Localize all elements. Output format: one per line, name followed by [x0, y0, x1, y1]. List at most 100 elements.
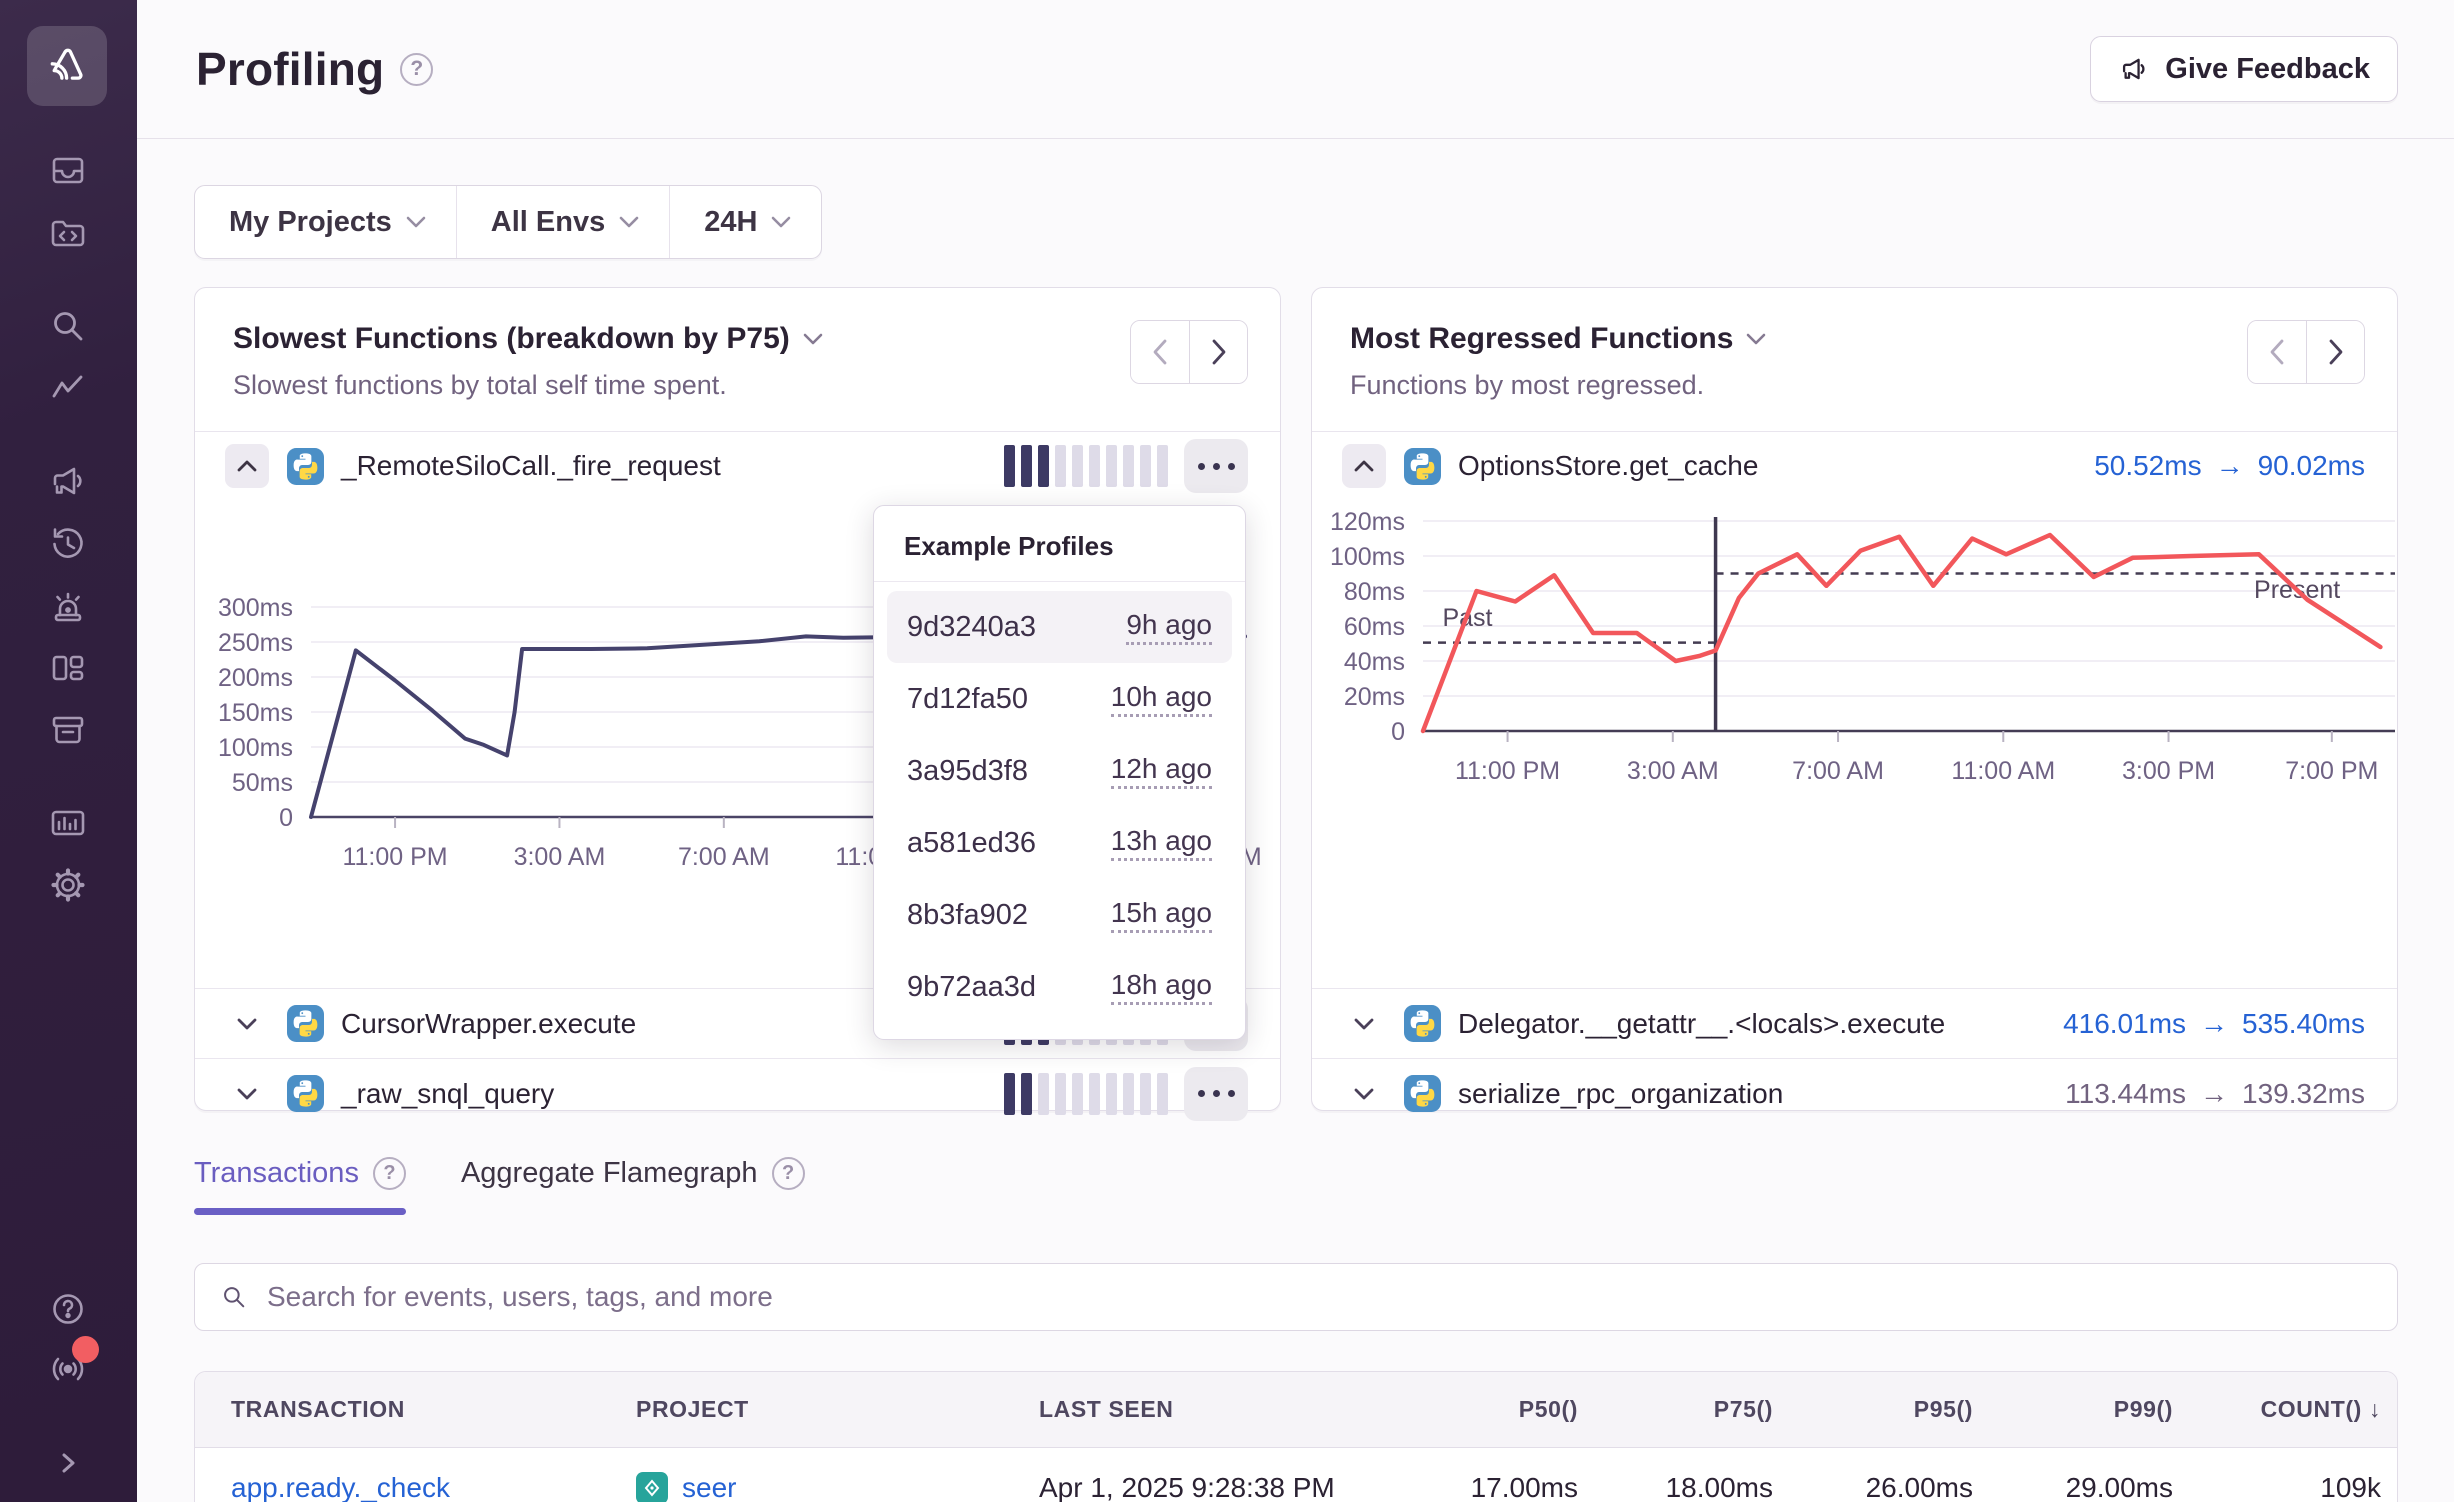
profile-item[interactable]: 7d12fa50 10h ago — [887, 663, 1232, 735]
projects-filter[interactable]: My Projects — [195, 186, 456, 258]
expand-row-button[interactable] — [1342, 1072, 1386, 1116]
function-name[interactable]: _RemoteSiloCall._fire_request — [341, 450, 721, 482]
table-header-row: TRANSACTION PROJECT LAST SEEN P50() P75(… — [195, 1372, 2397, 1448]
p95-cell: 26.00ms — [1773, 1472, 1973, 1502]
page-help-icon[interactable]: ? — [400, 53, 433, 86]
table-row[interactable]: app.ready._check seer Apr 1, 2025 9:28:3… — [195, 1448, 2397, 1502]
regressed-panel-subtitle: Functions by most regressed. — [1350, 370, 2359, 401]
expand-row-button[interactable] — [225, 1072, 269, 1116]
function-name[interactable]: Delegator.__getattr__.<locals>.execute — [1458, 1008, 1945, 1040]
column-header-p50[interactable]: P50() — [1378, 1396, 1578, 1423]
next-page-button[interactable] — [1189, 321, 1247, 383]
arrow-right-icon: → — [2200, 1008, 2228, 1040]
sidebar-item-releases[interactable] — [43, 705, 93, 755]
expand-row-button[interactable] — [1342, 1002, 1386, 1046]
sentry-logo[interactable] — [27, 26, 107, 106]
column-header-project[interactable]: PROJECT — [636, 1396, 1039, 1423]
before-value[interactable]: 416.01ms — [2063, 1008, 2186, 1040]
project-cell: seer — [636, 1472, 1039, 1502]
column-header-count[interactable]: COUNT() ↓ — [2173, 1396, 2381, 1423]
chevron-down-icon — [619, 216, 639, 228]
function-name[interactable]: OptionsStore.get_cache — [1458, 450, 1758, 482]
collapse-row-button[interactable] — [1342, 444, 1386, 488]
regressed-panel-header: Most Regressed Functions Functions by mo… — [1312, 288, 2397, 432]
sidebar-item-settings[interactable] — [43, 860, 93, 910]
column-header-transaction[interactable]: TRANSACTION — [231, 1396, 636, 1423]
envs-filter-label: All Envs — [491, 206, 605, 239]
python-icon — [1404, 1075, 1441, 1112]
tab-label: Aggregate Flamegraph — [461, 1157, 758, 1190]
sidebar-item-issues[interactable] — [43, 145, 93, 195]
after-value[interactable]: 139.32ms — [2242, 1078, 2365, 1110]
tab-help-icon[interactable]: ? — [772, 1157, 805, 1190]
chevron-down-icon — [1354, 1088, 1374, 1100]
chevron-left-icon — [2269, 339, 2285, 365]
function-name[interactable]: serialize_rpc_organization — [1458, 1078, 1783, 1110]
dropdown-list: 9d3240a3 9h ago 7d12fa50 10h ago 3a95d3f… — [874, 582, 1245, 1039]
function-name[interactable]: _raw_snql_query — [341, 1078, 554, 1110]
after-value[interactable]: 535.40ms — [2242, 1008, 2365, 1040]
chevron-down-icon[interactable] — [1746, 333, 1766, 345]
row-actions-button[interactable] — [1184, 439, 1248, 493]
tab-transactions[interactable]: Transactions ? — [194, 1157, 406, 1215]
prev-page-button[interactable] — [2248, 321, 2306, 383]
before-value[interactable]: 113.44ms — [2065, 1078, 2186, 1110]
function-name[interactable]: CursorWrapper.execute — [341, 1008, 636, 1040]
project-link[interactable]: seer — [682, 1472, 736, 1502]
regressed-panel-title[interactable]: Most Regressed Functions — [1350, 322, 1733, 356]
collapse-row-button[interactable] — [225, 444, 269, 488]
slowest-panel-title[interactable]: Slowest Functions (breakdown by P75) — [233, 322, 790, 356]
project-seer-icon — [636, 1472, 668, 1502]
svg-text:3:00 AM: 3:00 AM — [1627, 757, 1719, 785]
regressed-chart: 120ms100ms80ms60ms40ms20ms011:00 PM3:00 … — [1312, 500, 2397, 830]
column-header-p99[interactable]: P99() — [1973, 1396, 2173, 1423]
sidebar-item-feedback[interactable] — [43, 456, 93, 506]
sidebar-item-help[interactable] — [43, 1284, 93, 1334]
svg-text:300ms: 300ms — [218, 594, 293, 622]
tab-aggregate-flamegraph[interactable]: Aggregate Flamegraph ? — [461, 1157, 805, 1215]
prev-page-button[interactable] — [1131, 321, 1189, 383]
python-icon — [287, 1005, 324, 1042]
profile-item[interactable]: a581ed36 13h ago — [887, 807, 1232, 879]
chevron-right-icon — [50, 1445, 86, 1481]
sidebar-item-stats[interactable] — [43, 798, 93, 848]
sidebar-item-search[interactable] — [43, 301, 93, 351]
tab-help-icon[interactable]: ? — [373, 1157, 406, 1190]
profile-item[interactable]: 3a95d3f8 12h ago — [887, 735, 1232, 807]
profile-time: 12h ago — [1111, 753, 1212, 789]
profile-item[interactable]: 8b3fa902 15h ago — [887, 879, 1232, 951]
svg-text:20ms: 20ms — [1344, 683, 1405, 711]
search-bar[interactable] — [194, 1263, 2398, 1331]
column-header-p75[interactable]: P75() — [1578, 1396, 1773, 1423]
expand-row-button[interactable] — [225, 1002, 269, 1046]
explore-icon — [47, 212, 89, 254]
sidebar-item-broadcasts[interactable] — [43, 1344, 93, 1394]
column-header-last-seen[interactable]: LAST SEEN — [1039, 1396, 1378, 1423]
sidebar-item-metrics[interactable] — [43, 364, 93, 414]
sidebar-item-dashboards[interactable] — [43, 644, 93, 694]
search-input[interactable] — [267, 1281, 2373, 1313]
profile-item[interactable]: 9d3240a3 9h ago — [887, 591, 1232, 663]
count-cell: 109k — [2173, 1472, 2381, 1502]
sidebar-collapse[interactable] — [43, 1438, 93, 1488]
chevron-right-icon — [1211, 339, 1227, 365]
after-value[interactable]: 90.02ms — [2258, 450, 2365, 482]
chevron-down-icon[interactable] — [803, 333, 823, 345]
sidebar-item-replays[interactable] — [43, 519, 93, 569]
sidebar-item-alerts[interactable] — [43, 582, 93, 632]
svg-text:11:00 AM: 11:00 AM — [1951, 757, 2055, 785]
transaction-link[interactable]: app.ready._check — [231, 1472, 636, 1502]
give-feedback-button[interactable]: Give Feedback — [2090, 36, 2398, 102]
date-range-filter[interactable]: 24H — [670, 186, 821, 258]
chevron-down-icon — [1354, 1018, 1374, 1030]
profile-item[interactable]: 9b72aa3d 18h ago — [887, 951, 1232, 1023]
p50-cell: 17.00ms — [1378, 1472, 1578, 1502]
next-page-button[interactable] — [2306, 321, 2364, 383]
regression-values: 113.44ms → 139.32ms — [2065, 1078, 2365, 1110]
column-header-p95[interactable]: P95() — [1773, 1396, 1973, 1423]
search-icon — [219, 1282, 249, 1312]
envs-filter[interactable]: All Envs — [457, 186, 669, 258]
row-actions-button[interactable] — [1184, 1067, 1248, 1121]
before-value[interactable]: 50.52ms — [2094, 450, 2201, 482]
sidebar-item-explore[interactable] — [43, 208, 93, 258]
